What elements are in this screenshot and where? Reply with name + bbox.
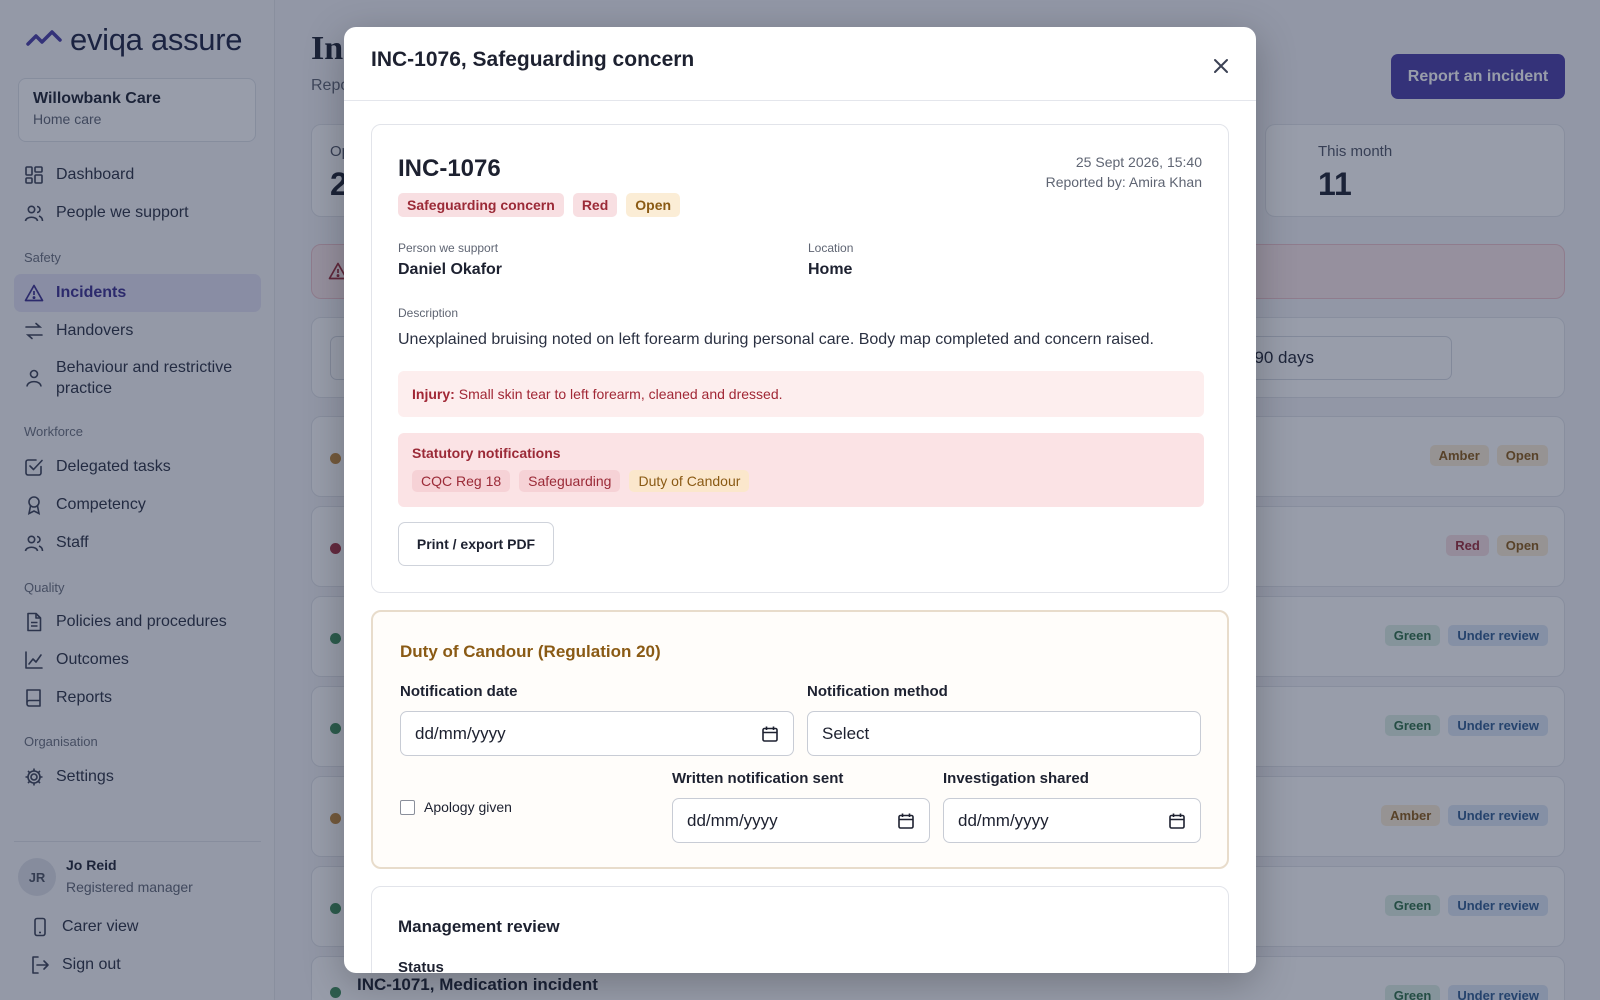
notification-method-select[interactable]: Select (807, 711, 1201, 756)
duty-of-candour-card: Duty of Candour (Regulation 20) Notifica… (371, 610, 1229, 869)
statutory-notifications: Statutory notifications CQC Reg 18 Safeg… (398, 433, 1204, 507)
person-label: Person we support (398, 241, 499, 255)
investigation-shared-label: Investigation shared (943, 770, 1089, 787)
description-text: Unexplained bruising noted on left forea… (398, 331, 1154, 348)
reported-by: Reported by: Amira Khan (1045, 174, 1202, 190)
calendar-icon[interactable] (1168, 812, 1186, 830)
person-value: Daniel Okafor (398, 261, 503, 278)
modal-title: INC-1076, Safeguarding concern (371, 48, 695, 71)
severity-badge: Red (572, 193, 618, 217)
written-notification-input[interactable]: dd/mm/yyyy (672, 798, 930, 843)
location-label: Location (808, 241, 854, 255)
management-review-card: Management review Status (371, 886, 1229, 973)
notification-date-label: Notification date (400, 683, 518, 700)
injury-text: Small skin tear to left forearm, cleaned… (458, 386, 783, 402)
incident-ref: INC-1076 (398, 155, 501, 182)
date-placeholder: dd/mm/yyyy (415, 723, 506, 743)
apology-checkbox-row[interactable]: Apology given (400, 799, 512, 815)
statutory-tag: Safeguarding (519, 470, 621, 492)
incident-modal: INC-1076, Safeguarding concern INC-1076 … (344, 27, 1256, 973)
notification-method-label: Notification method (807, 683, 948, 700)
incident-detail-card: INC-1076 25 Sept 2026, 15:40 Reported by… (371, 124, 1229, 593)
incident-tags: Safeguarding concern Red Open (398, 193, 681, 217)
review-status-label: Status (398, 959, 444, 973)
calendar-icon[interactable] (761, 725, 779, 743)
status-badge: Open (626, 193, 681, 217)
incident-date: 25 Sept 2026, 15:40 (1075, 154, 1202, 170)
calendar-icon[interactable] (897, 812, 915, 830)
doc-title: Duty of Candour (Regulation 20) (400, 642, 661, 661)
apology-label: Apology given (424, 799, 512, 815)
date-placeholder: dd/mm/yyyy (687, 810, 778, 830)
written-notification-label: Written notification sent (672, 770, 844, 787)
statutory-title: Statutory notifications (412, 445, 561, 461)
date-placeholder: dd/mm/yyyy (958, 810, 1049, 830)
review-title: Management review (398, 917, 560, 936)
apology-checkbox[interactable] (400, 799, 415, 815)
injury-box: Injury: Small skin tear to left forearm,… (398, 371, 1204, 417)
close-icon (1214, 59, 1228, 73)
type-badge: Safeguarding concern (398, 193, 564, 217)
statutory-tag: CQC Reg 18 (412, 470, 511, 492)
modal-body: INC-1076 25 Sept 2026, 15:40 Reported by… (344, 102, 1256, 973)
modal-header: INC-1076, Safeguarding concern (344, 27, 1256, 101)
method-value: Select (822, 723, 870, 743)
injury-label: Injury: (412, 386, 455, 402)
notification-date-input[interactable]: dd/mm/yyyy (400, 711, 794, 756)
statutory-tag: Duty of Candour (629, 470, 750, 492)
investigation-shared-input[interactable]: dd/mm/yyyy (943, 798, 1201, 843)
print-export-button[interactable]: Print / export PDF (398, 522, 554, 566)
description-label: Description (398, 306, 459, 320)
location-value: Home (808, 261, 853, 278)
close-button[interactable] (1206, 51, 1236, 81)
